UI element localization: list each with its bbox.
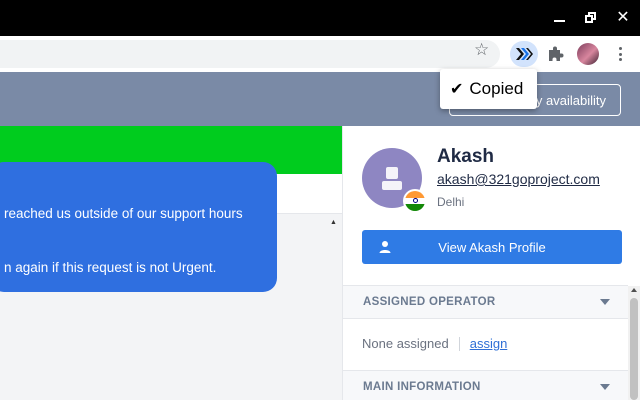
- contact-name: Akash: [437, 146, 495, 167]
- divider: [458, 336, 460, 351]
- view-profile-button[interactable]: View Akash Profile: [362, 230, 622, 264]
- address-bar[interactable]: [0, 40, 500, 68]
- browser-profile-avatar[interactable]: [577, 43, 599, 65]
- assigned-operator-row: None assigned assign: [362, 336, 507, 351]
- contact-city: Delhi: [437, 195, 465, 209]
- user-icon: [379, 241, 391, 253]
- bookmark-star-icon[interactable]: ☆: [474, 41, 489, 58]
- contact-email-link[interactable]: akash@321goproject.com: [437, 171, 600, 187]
- extension-button[interactable]: [510, 41, 538, 67]
- section-title: ASSIGNED OPERATOR: [363, 296, 496, 308]
- user-placeholder-icon: [382, 167, 402, 190]
- assigned-operator-section-header[interactable]: ASSIGNED OPERATOR: [343, 285, 628, 319]
- minimize-icon: [553, 20, 565, 22]
- india-flag-icon: [403, 189, 427, 213]
- chevron-down-icon: [600, 384, 610, 390]
- restore-button[interactable]: [582, 9, 600, 27]
- assign-link[interactable]: assign: [470, 336, 508, 351]
- browser-title-bar: ✕: [0, 0, 640, 36]
- scroll-up-arrow-icon[interactable]: [631, 288, 637, 292]
- main-information-section-header[interactable]: MAIN INFORMATION: [343, 370, 628, 400]
- close-window-button[interactable]: ✕: [614, 9, 632, 27]
- operator-status: None assigned: [362, 336, 449, 351]
- section-title: MAIN INFORMATION: [363, 381, 481, 393]
- chevron-down-icon: [600, 299, 610, 305]
- checkmark-icon: ✔: [450, 81, 464, 98]
- browser-menu-icon[interactable]: [614, 44, 626, 64]
- extensions-puzzle-icon[interactable]: [545, 44, 565, 64]
- view-profile-label: View Akash Profile: [438, 239, 546, 255]
- browser-toolbar: ☆: [0, 36, 640, 72]
- chevrons-extension-icon: [516, 48, 533, 60]
- copied-tooltip: ✔ Copied: [440, 69, 537, 109]
- details-scrollbar[interactable]: [628, 286, 640, 400]
- message-text-line: reached us outside of our support hours: [4, 206, 243, 221]
- message-text-line: n again if this request is not Urgent.: [4, 260, 217, 275]
- scroll-up-arrow-icon[interactable]: ▲: [330, 219, 337, 226]
- minimize-button[interactable]: [550, 9, 568, 27]
- scrollbar-thumb[interactable]: [630, 298, 638, 400]
- tooltip-text: Copied: [469, 79, 524, 98]
